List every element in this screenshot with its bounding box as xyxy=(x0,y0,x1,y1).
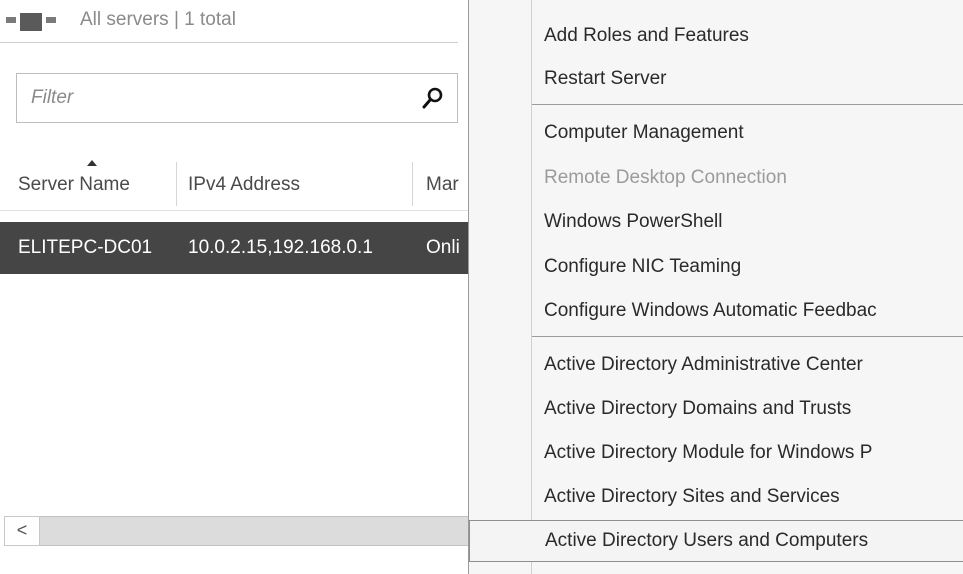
scroll-left-button[interactable]: < xyxy=(4,516,40,546)
menu-item-windows-powershell[interactable]: Windows PowerShell xyxy=(469,202,963,242)
cell-manageability: Onli xyxy=(426,237,460,258)
menu-separator xyxy=(532,336,963,337)
cell-ipv4: 10.0.2.15,192.168.0.1 xyxy=(188,237,373,258)
menu-item-label: Restart Server xyxy=(544,68,667,89)
menu-item-label: Active Directory Users and Computers xyxy=(545,530,869,551)
divider xyxy=(0,210,468,211)
menu-item-cut-off xyxy=(544,566,634,574)
filter-box[interactable] xyxy=(16,73,458,123)
menu-item-ad-module-for-windows-powershell[interactable]: Active Directory Module for Windows P xyxy=(469,433,963,473)
menu-item-label: Computer Management xyxy=(544,122,744,143)
servers-pane: All servers | 1 total Server Name IPv4 A… xyxy=(0,0,468,574)
table-row[interactable]: ELITEPC-DC01 10.0.2.15,192.168.0.1 Onli xyxy=(0,222,468,274)
filter-input[interactable] xyxy=(17,74,407,122)
menu-item-ad-users-and-computers[interactable]: Active Directory Users and Computers xyxy=(469,520,963,562)
menu-separator xyxy=(532,104,963,105)
menu-item-ad-domains-and-trusts[interactable]: Active Directory Domains and Trusts xyxy=(469,389,963,429)
column-header-ipv4[interactable]: IPv4 Address xyxy=(188,160,408,210)
menu-item-ad-administrative-center[interactable]: Active Directory Administrative Center xyxy=(469,345,963,385)
menu-item-configure-windows-automatic-feedback[interactable]: Configure Windows Automatic Feedbac xyxy=(469,291,963,331)
context-menu: Add Roles and Features Restart Server Co… xyxy=(468,0,963,574)
search-icon[interactable] xyxy=(421,86,445,110)
divider xyxy=(0,42,458,43)
menu-item-add-roles-and-features[interactable]: Add Roles and Features xyxy=(469,16,963,56)
column-header-server-name[interactable]: Server Name xyxy=(18,160,174,210)
menu-item-ad-sites-and-services[interactable]: Active Directory Sites and Services xyxy=(469,477,963,517)
menu-item-label: Active Directory Administrative Center xyxy=(544,354,863,375)
horizontal-scrollbar[interactable]: < xyxy=(0,516,468,546)
servers-count-title: All servers | 1 total xyxy=(80,9,236,30)
menu-item-label: Configure Windows Automatic Feedbac xyxy=(544,300,877,321)
menu-item-remote-desktop-connection: Remote Desktop Connection xyxy=(469,158,963,198)
scroll-track[interactable] xyxy=(40,516,468,546)
menu-item-computer-management[interactable]: Computer Management xyxy=(469,113,963,153)
column-divider[interactable] xyxy=(412,162,413,206)
menu-item-restart-server[interactable]: Restart Server xyxy=(469,59,963,99)
servers-group-icon xyxy=(6,13,62,35)
menu-item-label: Add Roles and Features xyxy=(544,25,749,46)
menu-item-label: Active Directory Module for Windows P xyxy=(544,442,873,463)
table-header: Server Name IPv4 Address Mar xyxy=(0,160,468,210)
menu-item-label: Configure NIC Teaming xyxy=(544,256,742,277)
menu-item-label: Active Directory Domains and Trusts xyxy=(544,398,852,419)
servers-header: All servers | 1 total xyxy=(0,0,468,42)
menu-item-label: Remote Desktop Connection xyxy=(544,167,787,188)
cell-server-name: ELITEPC-DC01 xyxy=(18,237,153,258)
menu-item-configure-nic-teaming[interactable]: Configure NIC Teaming xyxy=(469,247,963,287)
column-divider[interactable] xyxy=(176,162,177,206)
menu-item-label: Active Directory Sites and Services xyxy=(544,486,840,507)
column-header-manageability[interactable]: Mar xyxy=(426,160,468,210)
menu-item-label: Windows PowerShell xyxy=(544,211,723,232)
